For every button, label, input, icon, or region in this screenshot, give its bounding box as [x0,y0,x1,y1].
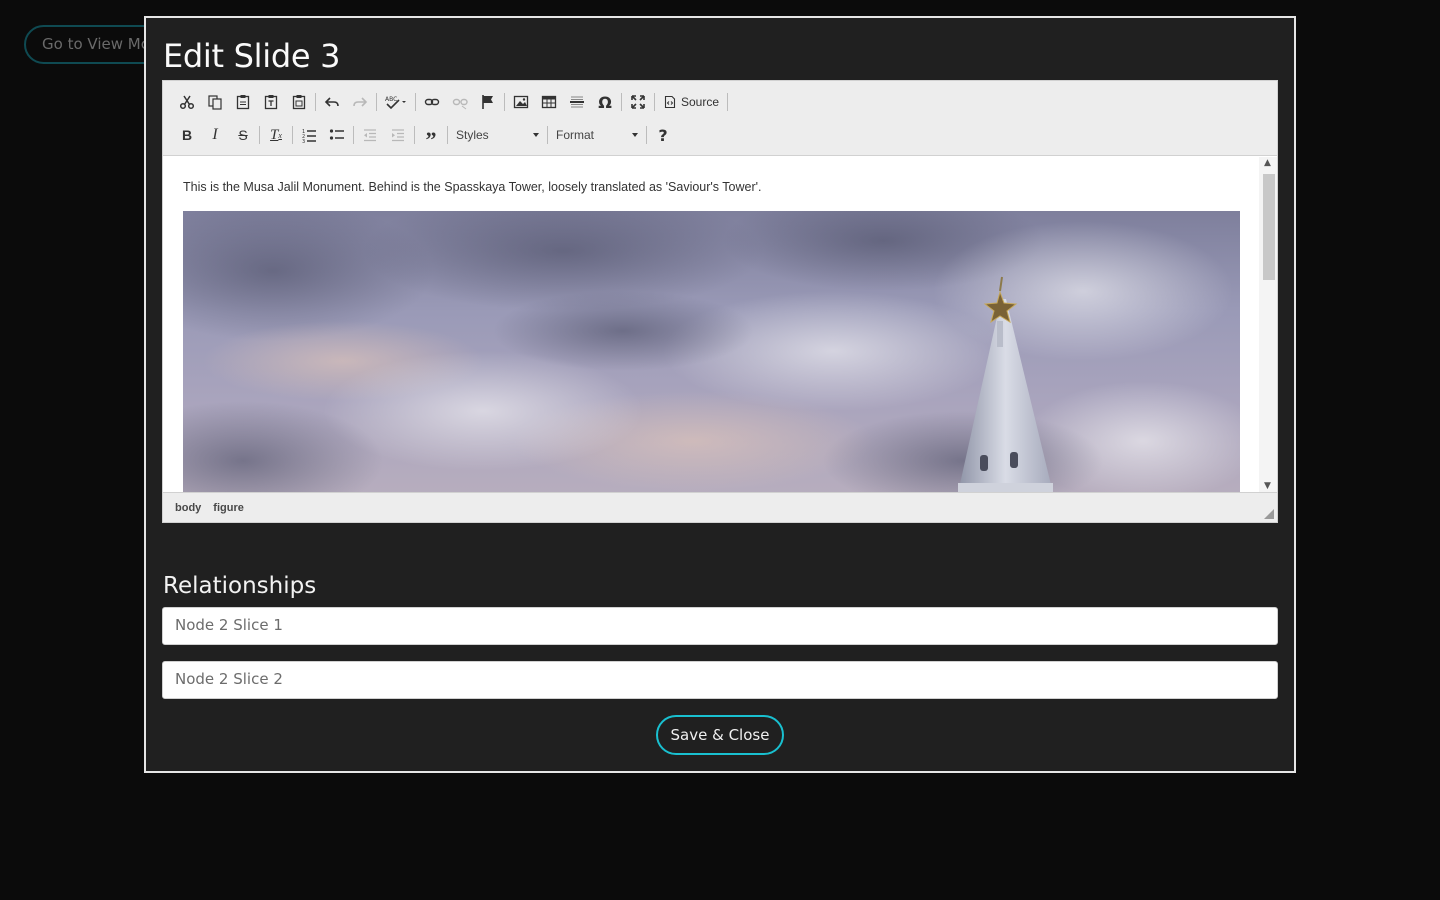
scroll-up-icon[interactable]: ▲ [1264,158,1271,168]
toolbar-separator [376,93,377,111]
strikethrough-icon[interactable]: S [229,122,257,148]
element-path-bar: body figure [163,492,1277,522]
toolbar-separator [727,93,729,111]
toolbar-separator [415,93,416,111]
outdent-icon[interactable] [356,122,384,148]
edit-slide-modal: Edit Slide 3 ABC Ω Source B I S T x 1 2 … [144,16,1296,773]
chevron-down-icon [632,133,638,137]
source-icon [664,95,676,109]
tower-photo-image [183,211,1240,492]
link-icon[interactable] [418,89,446,115]
toolbar-separator [292,126,293,144]
blockquote-icon[interactable]: ” [417,122,445,152]
bold-icon[interactable]: B [173,122,201,148]
toolbar-separator [654,93,655,111]
save-close-button[interactable]: Save & Close [656,715,784,755]
toolbar-separator [646,126,647,144]
unlink-icon[interactable] [446,89,474,115]
spellcheck-icon[interactable]: ABC [379,89,413,115]
toolbar-separator [504,93,505,111]
rich-text-editor: ABC Ω Source B I S T x 1 2 3 ” Styles Fo… [162,80,1278,523]
indent-icon[interactable] [384,122,412,148]
source-button[interactable]: Source [657,89,725,115]
svg-text:ABC: ABC [385,96,397,103]
paste-word-icon[interactable] [285,89,313,115]
toolbar-separator [315,93,316,111]
special-char-icon[interactable]: Ω [591,89,619,115]
path-item-figure[interactable]: figure [213,502,244,514]
anchor-icon[interactable] [474,89,502,115]
styles-dropdown[interactable]: Styles [450,123,545,147]
toolbar-separator [414,126,415,144]
redo-icon[interactable] [346,89,374,115]
table-icon[interactable] [535,89,563,115]
editor-toolbar: ABC Ω Source B I S T x 1 2 3 ” Styles Fo… [163,81,1277,156]
maximize-icon[interactable] [624,89,652,115]
toolbar-separator [353,126,354,144]
slide-caption-text: This is the Musa Jalil Monument. Behind … [183,180,762,194]
editor-content-area[interactable]: This is the Musa Jalil Monument. Behind … [163,157,1259,492]
resize-handle-icon[interactable] [1264,509,1274,519]
scrollbar-thumb[interactable] [1263,174,1275,280]
numbered-list-icon[interactable]: 123 [295,122,323,148]
help-icon[interactable]: ? [649,122,677,148]
toolbar-row-2: B I S Tx 123 ” Styles Format ? [173,122,677,153]
editor-scrollbar[interactable]: ▲ ▼ [1259,157,1277,492]
relationship-field-1[interactable]: Node 2 Slice 1 [162,607,1278,645]
remove-format-icon[interactable]: Tx [262,122,290,148]
toolbar-separator [621,93,622,111]
copy-icon[interactable] [201,89,229,115]
toolbar-row-1: ABC Ω Source [173,89,730,115]
tower-photo[interactable] [183,211,1240,492]
relationship-field-2[interactable]: Node 2 Slice 2 [162,661,1278,699]
horizontal-line-icon[interactable] [563,89,591,115]
paste-text-icon[interactable] [257,89,285,115]
toolbar-separator [259,126,260,144]
modal-title: Edit Slide 3 [163,37,341,75]
scroll-down-icon[interactable]: ▼ [1264,481,1271,491]
cut-icon[interactable] [173,89,201,115]
chevron-down-icon [533,133,539,137]
bulleted-list-icon[interactable] [323,122,351,148]
svg-text:3: 3 [302,139,305,143]
format-label: Format [556,128,595,142]
relationships-title: Relationships [163,573,317,599]
path-item-body[interactable]: body [175,502,201,514]
paste-icon[interactable] [229,89,257,115]
italic-icon[interactable]: I [201,122,229,148]
toolbar-separator [447,126,448,144]
toolbar-separator [547,126,548,144]
styles-label: Styles [456,128,489,142]
source-label: Source [681,95,720,109]
image-icon[interactable] [507,89,535,115]
format-dropdown[interactable]: Format [550,123,644,147]
undo-icon[interactable] [318,89,346,115]
